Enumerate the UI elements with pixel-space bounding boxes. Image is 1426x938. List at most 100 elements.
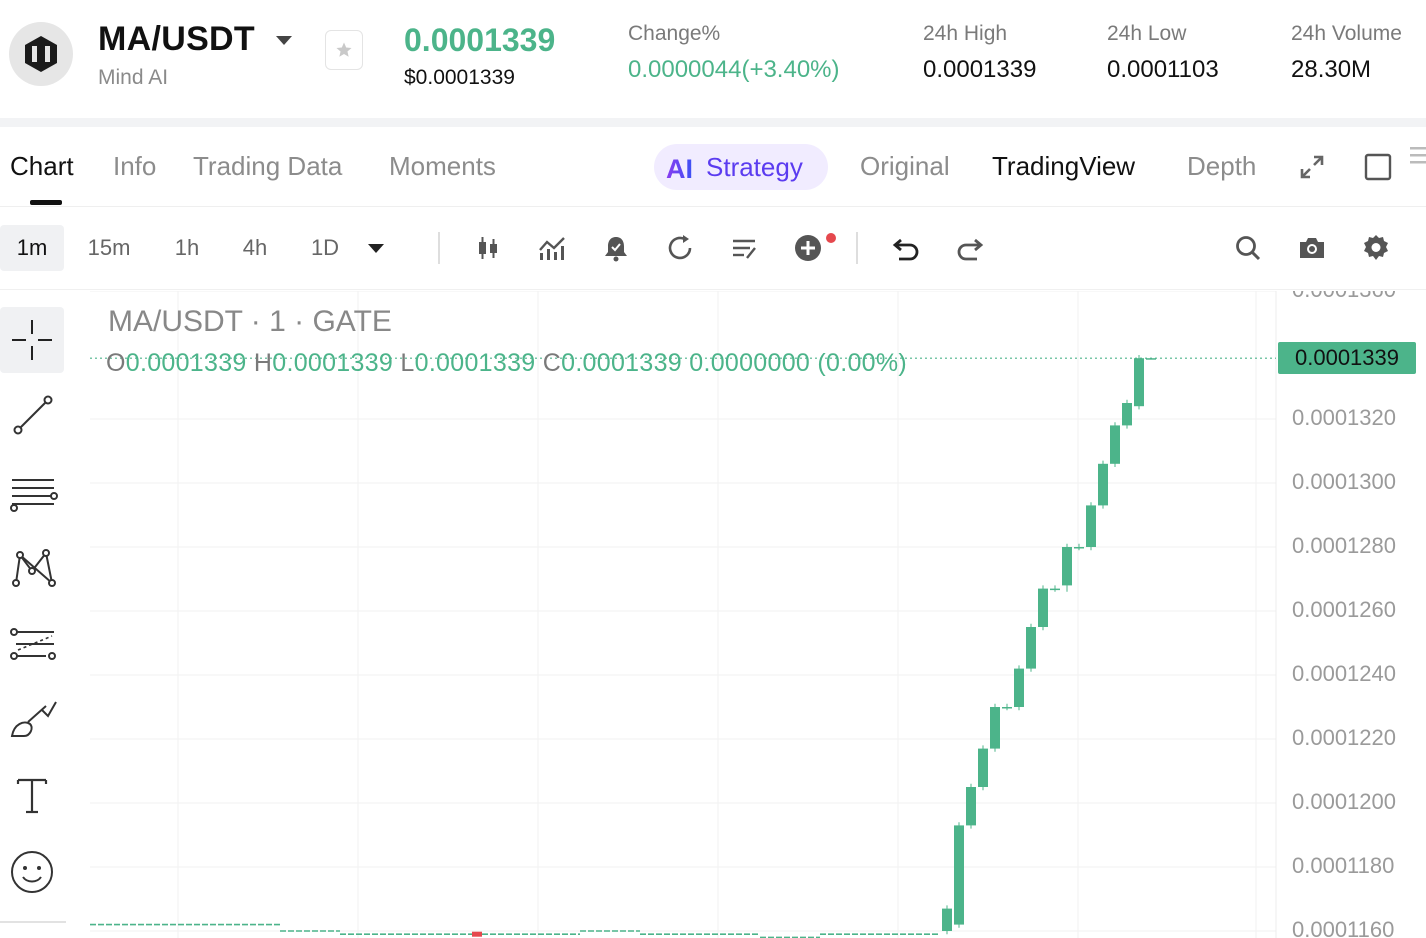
replay-icon[interactable] (664, 232, 696, 264)
horizontal-lines-icon[interactable] (0, 459, 64, 525)
candle-up (978, 748, 988, 787)
menu-icon[interactable] (1410, 145, 1426, 174)
candle-up (1134, 358, 1144, 407)
toolbar-divider-2 (856, 232, 858, 264)
y-tick-label: 0.0001200 (1292, 789, 1396, 814)
candle-up (1050, 588, 1060, 591)
candle-up (1074, 547, 1084, 549)
candle-up (1062, 547, 1072, 586)
y-tick-label: 0.0001220 (1292, 725, 1396, 750)
low-label-legend: L (400, 349, 415, 377)
pair-full-name: Mind AI (98, 66, 169, 89)
undo-icon[interactable] (890, 232, 922, 264)
ticker-header: MA/USDT Mind AI 0.0001339 $0.0001339 Cha… (0, 0, 1426, 118)
y-tick-label: 0.0001240 (1292, 661, 1396, 686)
high-value-legend: 0.0001339 (272, 349, 394, 377)
close-label-legend: C (542, 349, 562, 377)
pair-title[interactable]: MA/USDT (98, 20, 255, 59)
template-icon[interactable] (728, 232, 760, 264)
view-tradingview[interactable]: TradingView (992, 151, 1135, 182)
crosshair-icon[interactable] (0, 307, 64, 373)
pair-dropdown-icon[interactable] (276, 36, 292, 45)
last-price-tag: 0.0001339 (1278, 342, 1416, 374)
timeframe-1h[interactable]: 1h (164, 225, 210, 271)
toolbar-bottom-divider (0, 921, 66, 923)
candle-up (1146, 358, 1156, 360)
low-value: 0.0001103 (1107, 56, 1219, 83)
alert-icon[interactable] (600, 232, 632, 264)
mind-ai-logo (9, 22, 73, 86)
indicators-icon[interactable] (536, 232, 568, 264)
ai-strategy-button[interactable]: AI Strategy (654, 144, 828, 190)
candle-up (990, 707, 1000, 749)
candle-up (1098, 463, 1108, 506)
candle-up (966, 787, 976, 826)
ai-sparkle-icon: AI (666, 154, 693, 182)
pattern-icon[interactable] (0, 535, 64, 601)
star-icon (336, 42, 352, 57)
toolbar-divider (438, 232, 440, 264)
chart-toolbar: 1m 15m 1h 4h 1D (0, 208, 1426, 290)
high-label: 24h High (923, 22, 1008, 45)
trend-line-icon[interactable] (0, 383, 64, 449)
candle-up (954, 825, 964, 925)
open-value: 0.0001339 (125, 349, 247, 377)
y-tick-label: 0.0001360 (1292, 291, 1396, 303)
candle-up (1122, 403, 1132, 426)
change-label: Change% (628, 22, 721, 45)
text-icon[interactable] (0, 763, 64, 829)
chart-tabs: Chart Info Trading Data Moments AI Strat… (0, 127, 1426, 207)
close-value-legend: 0.0001339 (561, 349, 682, 377)
logo-icon (25, 36, 57, 72)
high-stat: 24h High 0.0001339 (923, 22, 1036, 84)
price-chart[interactable]: MA/USDT · 1 · GATE O0.0001339 H0.0001339… (66, 291, 1426, 938)
tab-info[interactable]: Info (113, 151, 156, 182)
timeframe-4h[interactable]: 4h (232, 225, 278, 271)
fullscreen-icon[interactable] (1364, 153, 1392, 186)
tab-moments[interactable]: Moments (389, 151, 496, 182)
active-tab-indicator (30, 200, 62, 205)
svg-text:AI: AI (666, 154, 693, 182)
low-label: 24h Low (1107, 22, 1187, 45)
y-tick-label: 0.0001320 (1292, 405, 1396, 430)
expand-icon[interactable] (1298, 153, 1326, 186)
camera-icon[interactable] (1296, 232, 1328, 264)
view-original[interactable]: Original (860, 151, 950, 182)
timeframe-1d[interactable]: 1D (302, 225, 348, 271)
low-stat: 24h Low 0.0001103 (1107, 22, 1219, 84)
y-tick-label: 0.0001160 (1292, 917, 1395, 938)
favorite-button[interactable] (325, 30, 363, 70)
tab-trading-data[interactable]: Trading Data (193, 151, 342, 182)
settings-icon[interactable] (1360, 232, 1392, 264)
high-value: 0.0001339 (923, 56, 1037, 83)
volume-label: 24h Volume (1291, 22, 1402, 45)
add-icon[interactable] (792, 232, 824, 264)
redo-icon[interactable] (954, 232, 986, 264)
view-depth[interactable]: Depth (1187, 151, 1256, 182)
timeframe-15m[interactable]: 15m (78, 225, 140, 271)
timeframe-1m[interactable]: 1m (0, 225, 64, 271)
chart-canvas[interactable] (66, 291, 1426, 938)
candle-up (1038, 588, 1048, 627)
tab-chart[interactable]: Chart (10, 151, 74, 182)
candle-up (1002, 707, 1012, 709)
y-tick-label: 0.0001280 (1292, 533, 1396, 558)
ohlc-legend: O0.0001339 H0.0001339 L0.0001339 C0.0001… (106, 349, 907, 378)
timeframe-dropdown-icon[interactable] (368, 244, 384, 253)
candlestick-icon[interactable] (472, 232, 504, 264)
change-stat: Change% 0.0000044(+3.40%) (628, 22, 840, 84)
y-tick-label: 0.0001260 (1292, 597, 1396, 622)
chart-symbol-line: MA/USDT · 1 · GATE (108, 305, 392, 338)
candle-up (1014, 668, 1024, 707)
low-value-legend: 0.0001339 (414, 349, 536, 377)
volume-value: 28.30M (1291, 56, 1372, 83)
candle-up (942, 908, 952, 931)
candle-up (1110, 425, 1120, 464)
notification-dot (826, 233, 836, 243)
high-label-legend: H (253, 349, 273, 377)
volume-stat: 24h Volume 28.30M (1291, 22, 1426, 84)
fib-icon[interactable] (0, 611, 64, 677)
emoji-icon[interactable] (0, 839, 64, 905)
search-icon[interactable] (1232, 232, 1264, 264)
brush-icon[interactable] (0, 687, 64, 753)
